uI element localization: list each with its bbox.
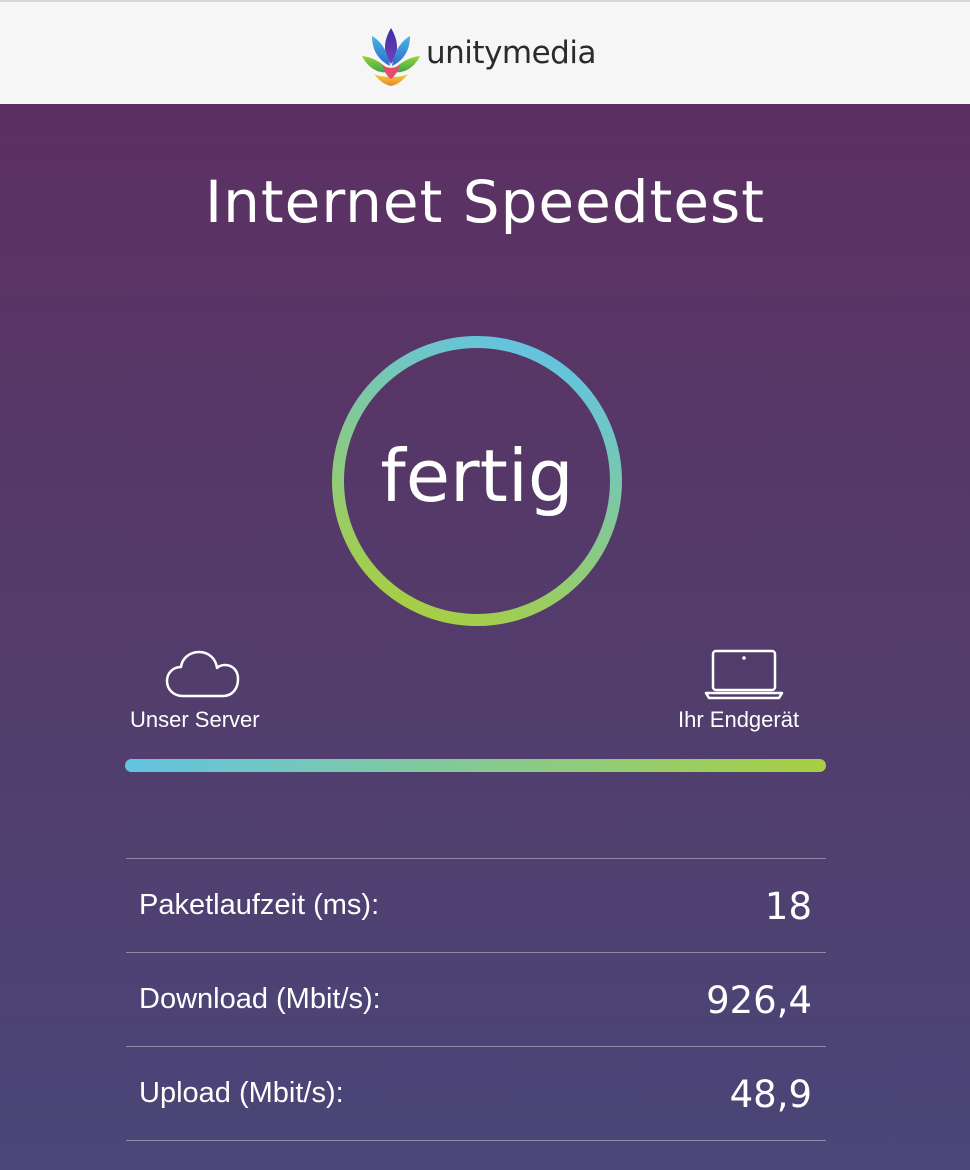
server-label: Unser Server	[130, 707, 260, 732]
gauge-status: fertig	[380, 434, 574, 518]
upload-label: Upload (Mbit/s):	[139, 1077, 344, 1109]
latency-value: 18	[764, 885, 812, 928]
page-title: Internet Speedtest	[205, 168, 765, 236]
brand-name: unitymedia	[426, 35, 596, 71]
upload-value: 48,9	[729, 1073, 812, 1116]
result-row-latency: Paketlaufzeit (ms): 18	[126, 859, 826, 953]
transfer-progress-bar	[125, 759, 826, 772]
device-label: Ihr Endgerät	[678, 707, 800, 732]
laptop-icon	[704, 649, 784, 700]
transfer-progress-fill	[125, 759, 826, 772]
speed-gauge: fertig	[330, 334, 624, 628]
download-label: Download (Mbit/s):	[139, 983, 381, 1015]
download-value: 926,4	[706, 979, 812, 1022]
header-bar: unitymedia	[0, 0, 970, 104]
unitymedia-flower-logo-icon	[362, 28, 420, 86]
result-row-download: Download (Mbit/s): 926,4	[126, 953, 826, 1047]
results-table: Paketlaufzeit (ms): 18 Download (Mbit/s)…	[126, 858, 826, 1141]
latency-label: Paketlaufzeit (ms):	[139, 889, 380, 921]
cloud-icon	[165, 650, 240, 698]
unitymedia-logo[interactable]: unitymedia	[360, 22, 600, 88]
result-row-upload: Upload (Mbit/s): 48,9	[126, 1047, 826, 1141]
speedtest-panel: Internet Speedtest fertig Unser Server I…	[0, 104, 970, 1170]
